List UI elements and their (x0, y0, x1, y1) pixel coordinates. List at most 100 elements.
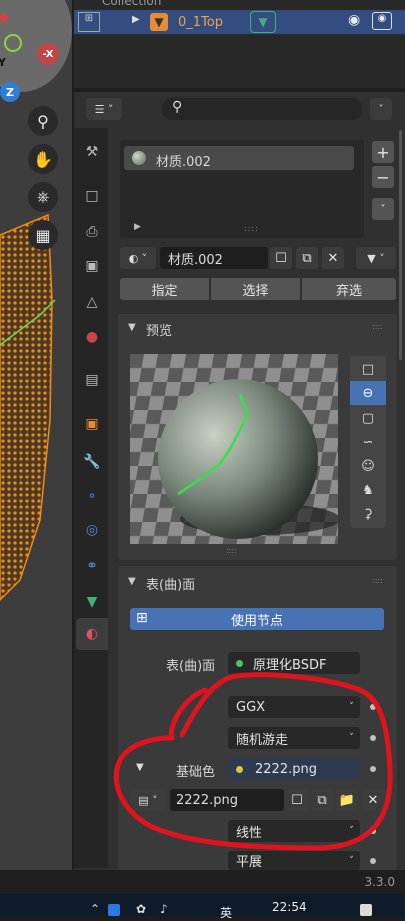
gizmo-x-axis[interactable] (0, 14, 8, 22)
duplicate-material-icon[interactable]: ⧉ (296, 247, 318, 269)
image-duplicate-icon[interactable]: ⧉ (311, 789, 333, 811)
keyframe-dot-icon[interactable] (370, 704, 376, 710)
preview-hair-icon[interactable]: ∽ (352, 431, 384, 453)
fake-user-shield-icon[interactable]: ☐ (270, 247, 292, 269)
collection-row[interactable]: Collection (102, 0, 161, 8)
deselect-button[interactable]: 弃选 (302, 278, 396, 300)
outliner-filter-icon[interactable]: ⊞ (78, 12, 100, 32)
language-indicator[interactable]: 英 (220, 904, 232, 921)
subsurface-method-value: 随机游走 (236, 732, 289, 748)
preview-monkey-icon[interactable]: ☺ (352, 455, 384, 477)
collection-tab-icon[interactable]: ▤ (80, 368, 104, 392)
preview-cube-icon[interactable]: ▢ (352, 407, 384, 429)
preview-cloth-icon[interactable]: ♞ (352, 479, 384, 501)
image-fake-user-icon[interactable]: ☐ (286, 789, 308, 811)
interpolation-dropdown[interactable]: 线性 ˅ (228, 820, 360, 842)
base-color-expand-icon[interactable]: ▼ (136, 762, 144, 773)
zoom-icon[interactable]: ⚲ (28, 106, 58, 136)
camera-icon[interactable]: ⎈ (28, 182, 58, 212)
surface-panel-title[interactable]: 表(曲)面 (146, 574, 195, 593)
image-unlink-icon[interactable]: ✕ (362, 789, 384, 811)
editor-type-button[interactable]: ☰ ˅ (86, 98, 122, 120)
yellow-socket-icon (236, 765, 243, 773)
world-tab-icon[interactable]: ● (80, 325, 104, 349)
material-preview-image (130, 354, 338, 544)
projection-value: 平展 (236, 855, 263, 870)
3d-viewport[interactable]: Y Z -X ⚲ ✋ ⎈ ▦ (0, 0, 72, 870)
base-color-label: 基础色 (176, 765, 216, 780)
hand-pan-icon[interactable]: ✋ (28, 144, 58, 174)
projection-dropdown[interactable]: 平展 ˅ (228, 851, 360, 870)
properties-scrollbar[interactable] (399, 130, 402, 360)
distribution-dropdown[interactable]: GGX ˅ (228, 696, 360, 718)
material-tab-icon[interactable]: ◐ (80, 622, 104, 646)
gizmo-neg-x-axis[interactable]: -X (37, 43, 59, 65)
tool-tab-icon[interactable]: ⚒ (80, 140, 104, 164)
particles-tab-icon[interactable]: ∘ (80, 484, 104, 508)
preview-plane-icon[interactable]: □ (352, 358, 384, 380)
render-camera-icon[interactable]: ◉ (372, 12, 392, 30)
remove-slot-button[interactable]: − (372, 166, 394, 188)
constraints-tab-icon[interactable]: ⚭ (80, 554, 104, 578)
surface-shader-dropdown[interactable]: 原理化BSDF (228, 652, 360, 674)
scene-tab-icon[interactable]: △ (80, 290, 104, 314)
preview-panel-title[interactable]: 预览 (146, 320, 172, 339)
image-name-text: 2222.png (176, 792, 238, 808)
volume-icon[interactable]: ♪ (160, 902, 168, 916)
panel-collapse-arrow-icon[interactable]: ▼ (128, 576, 136, 587)
subsurface-method-dropdown[interactable]: 随机游走 ˅ (228, 727, 360, 749)
use-nodes-label: 使用节点 (230, 613, 283, 629)
outliner[interactable]: Collection ⊞ ▶ ▼ 0_1Top ▼ ◉ ◉ (74, 0, 405, 88)
keyframe-dot-icon[interactable] (370, 766, 376, 772)
object-data-tab-icon[interactable]: ▼ (80, 590, 104, 614)
material-browse-button[interactable]: ◐ ˅ (120, 247, 156, 269)
modifier-wrench-icon[interactable]: 🔧 (80, 450, 104, 474)
gizmo-neg-x-label: -X (42, 48, 54, 60)
grid-perspective-icon[interactable]: ▦ (28, 220, 58, 250)
chevron-down-icon: ˅ (349, 701, 354, 713)
object-name[interactable]: 0_1Top (178, 15, 223, 30)
image-browse-button[interactable]: ▤ ˅ (130, 789, 166, 811)
link-type-dropdown[interactable]: ▼ ˅ (356, 247, 396, 269)
base-color-value: 2222.png (255, 761, 317, 777)
object-tab-icon[interactable]: ▣ (80, 412, 104, 436)
physics-tab-icon[interactable]: ◎ (80, 518, 104, 542)
base-color-link-field[interactable]: 2222.png (228, 758, 360, 780)
preview-fluid-icon[interactable]: ⚳ (352, 503, 384, 525)
gizmo-z-axis[interactable]: Z (0, 82, 20, 102)
assign-button[interactable]: 指定 (120, 278, 209, 300)
list-resize-handle[interactable]: :::: (244, 224, 259, 233)
render-tab-icon[interactable]: □ (80, 184, 104, 208)
visibility-eye-icon[interactable]: ◉ (348, 12, 360, 28)
image-open-folder-icon[interactable]: 📁 (336, 789, 358, 811)
drag-handle-icon[interactable]: :::: (372, 322, 383, 331)
slot-specials-button[interactable]: ˅ (372, 198, 394, 220)
use-nodes-button[interactable]: 使用节点 (130, 608, 384, 630)
properties-search-input[interactable] (162, 98, 362, 120)
gizmo-y-axis-circle[interactable] (4, 34, 22, 52)
notification-icon[interactable] (360, 904, 372, 916)
material-name-field[interactable]: 材质.002 (160, 247, 268, 269)
preview-sphere-icon[interactable]: ⊖ (350, 381, 386, 405)
list-expand-arrow-icon[interactable]: ▶ (134, 222, 141, 232)
keyframe-dot-icon[interactable] (370, 858, 376, 864)
header-options-button[interactable]: ˅ (370, 98, 392, 120)
image-name-field[interactable]: 2222.png (170, 789, 284, 811)
panel-collapse-arrow-icon[interactable]: ▼ (128, 322, 136, 333)
wifi-icon[interactable]: ✿ (136, 902, 146, 916)
preview-resize-handle[interactable]: :::: (226, 546, 237, 555)
clock-time[interactable]: 22:54 (272, 900, 307, 914)
output-tab-icon[interactable]: ⎙ (80, 220, 104, 244)
select-button[interactable]: 选择 (211, 278, 300, 300)
expand-arrow-icon[interactable]: ▶ (132, 14, 140, 25)
keyframe-dot-icon[interactable] (370, 828, 376, 834)
drag-handle-icon[interactable]: :::: (372, 576, 383, 585)
material-slot-name[interactable]: 材质.002 (156, 151, 211, 170)
mesh-data-icon[interactable]: ▼ (250, 11, 276, 33)
tray-up-arrow-icon[interactable]: ⌃ (90, 902, 100, 916)
unlink-material-icon[interactable]: ✕ (322, 247, 344, 269)
view-layer-tab-icon[interactable]: ▣ (80, 254, 104, 278)
add-slot-button[interactable]: + (372, 141, 394, 163)
keyframe-dot-icon[interactable] (370, 735, 376, 741)
bluetooth-icon[interactable] (108, 904, 120, 916)
